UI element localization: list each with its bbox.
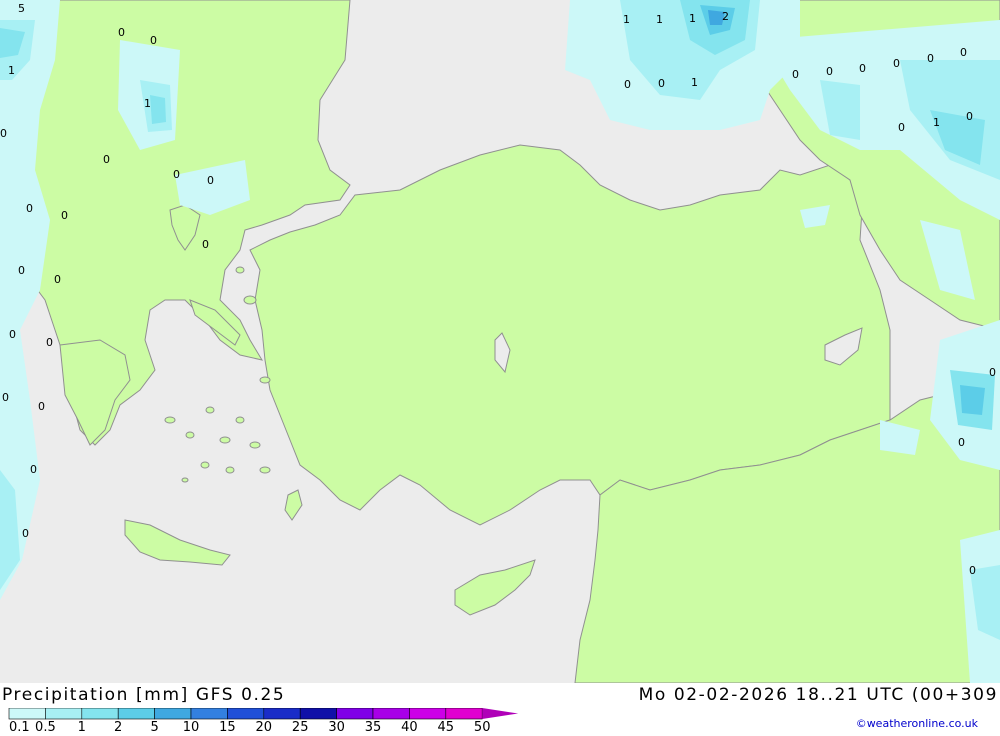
map-label: 0 <box>202 238 209 251</box>
legend-swatch <box>81 707 119 720</box>
map-label: 1 <box>691 76 698 89</box>
map-label: 0 <box>173 168 180 181</box>
map-label: 0 <box>792 68 799 81</box>
map-title: Precipitation [mm] GFS 0.25 <box>2 685 286 705</box>
map-label: 0 <box>969 564 976 577</box>
map-label: 0 <box>207 174 214 187</box>
map-label: 2 <box>722 10 729 23</box>
map-label: 0 <box>826 65 833 78</box>
map-label: 0 <box>927 52 934 65</box>
legend-label: 30 <box>328 720 345 732</box>
map-label: 1 <box>689 12 696 25</box>
legend-swatch <box>299 707 337 720</box>
legend-swatch <box>190 707 228 720</box>
map-label: 0 <box>0 127 7 140</box>
legend-arrow <box>482 708 519 719</box>
legend-label: 25 <box>292 720 309 732</box>
legend-label: 0.1 <box>9 720 30 732</box>
map-label: 1 <box>656 13 663 26</box>
map-label: 1 <box>144 97 151 110</box>
legend-label: 10 <box>183 720 200 732</box>
legend-label: 35 <box>365 720 382 732</box>
map-label: 0 <box>26 202 33 215</box>
legend-swatch <box>409 707 447 720</box>
site-credit[interactable]: ©weatheronline.co.uk <box>856 717 978 730</box>
map-label: 0 <box>958 436 965 449</box>
legend-label: 15 <box>219 720 236 732</box>
map-label: 0 <box>989 366 996 379</box>
map-label: 0 <box>118 26 125 39</box>
legend-swatch <box>227 707 265 720</box>
map-label: 0 <box>46 336 53 349</box>
map-label: 0 <box>38 400 45 413</box>
map-label: 0 <box>9 328 16 341</box>
map-label: 0 <box>893 57 900 70</box>
legend-label: 2 <box>114 720 122 732</box>
color-scale-legend: 0.1 0.5 1 2 5 10 15 20 25 30 35 40 45 50 <box>8 707 528 735</box>
legend-swatch <box>45 707 83 720</box>
precipitation-map: 5 0 0 1 1 0 0 0 0 0 0 0 0 0 0 0 0 0 0 0 … <box>0 0 1000 684</box>
legend-label: 50 <box>474 720 491 732</box>
map-label: 0 <box>150 34 157 47</box>
map-label: 0 <box>18 264 25 277</box>
map-label: 1 <box>8 64 15 77</box>
map-label: 0 <box>61 209 68 222</box>
map-label: 0 <box>966 110 973 123</box>
map-label: 0 <box>54 273 61 286</box>
legend-swatch <box>117 707 155 720</box>
map-label: 0 <box>859 62 866 75</box>
map-label: 5 <box>18 2 25 15</box>
legend-label: 0.5 <box>35 720 56 732</box>
map-label: 0 <box>960 46 967 59</box>
legend-label: 5 <box>150 720 158 732</box>
legend-swatch <box>372 707 410 720</box>
forecast-datetime: Mo 02-02-2026 18..21 UTC (00+309 <box>638 685 998 705</box>
legend-swatch <box>154 707 192 720</box>
map-label: 1 <box>933 116 940 129</box>
legend-swatch <box>336 707 374 720</box>
legend-label: 20 <box>256 720 273 732</box>
map-canvas: 5 0 0 1 1 0 0 0 0 0 0 0 0 0 0 0 0 0 0 0 … <box>0 0 1000 684</box>
map-footer: Precipitation [mm] GFS 0.25 Mo 02-02-202… <box>0 683 1000 735</box>
legend-swatch <box>263 707 301 720</box>
map-label: 0 <box>22 527 29 540</box>
legend-bar: 0.1 0.5 1 2 5 10 15 20 25 30 35 40 45 50 <box>8 707 519 735</box>
map-label: 0 <box>103 153 110 166</box>
legend-label: 45 <box>438 720 455 732</box>
map-label: 0 <box>898 121 905 134</box>
legend-label: 40 <box>401 720 418 732</box>
legend-swatch <box>8 707 46 720</box>
map-label: 0 <box>30 463 37 476</box>
map-label: 0 <box>658 77 665 90</box>
map-label: 0 <box>624 78 631 91</box>
legend-swatch <box>445 707 483 720</box>
map-label: 1 <box>623 13 630 26</box>
legend-label: 1 <box>78 720 86 732</box>
map-label: 0 <box>2 391 9 404</box>
